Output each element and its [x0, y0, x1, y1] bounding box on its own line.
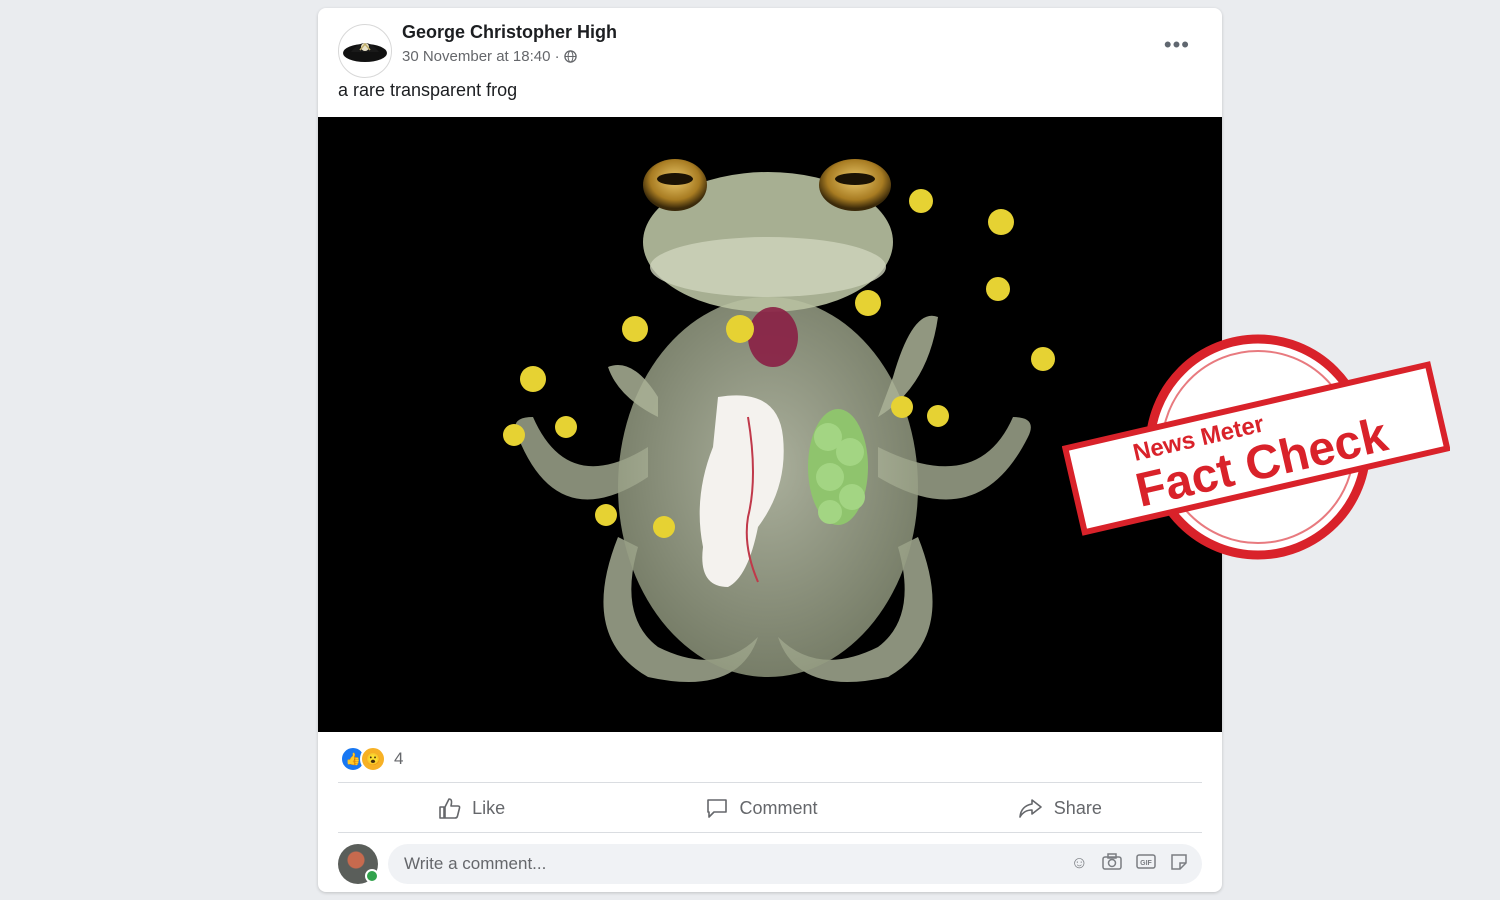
- like-button[interactable]: Like: [438, 797, 505, 819]
- comment-label: Comment: [739, 797, 818, 818]
- divider: [338, 782, 1202, 783]
- comment-input[interactable]: [402, 853, 1071, 875]
- post-meta: 30 November at 18:40 ·: [402, 48, 577, 65]
- transparent-frog-image: [318, 117, 1222, 732]
- reaction-count: 4: [394, 749, 404, 768]
- camera-icon[interactable]: [1102, 852, 1122, 876]
- online-status-dot: [365, 869, 379, 883]
- divider: [338, 832, 1202, 833]
- wow-reaction-icon: 😮: [360, 746, 386, 772]
- emoji-icon[interactable]: ☺: [1071, 853, 1088, 876]
- reaction-summary[interactable]: 👍 😮 4: [340, 746, 403, 772]
- gif-icon[interactable]: GIF: [1136, 853, 1156, 876]
- post-photo[interactable]: [318, 117, 1222, 732]
- current-user-avatar[interactable]: [338, 844, 379, 884]
- comment-composer: ☺ GIF: [338, 844, 1202, 884]
- post-timestamp[interactable]: 30 November at 18:40 ·: [402, 48, 560, 65]
- like-label: Like: [472, 797, 506, 818]
- comment-tools: ☺ GIF: [1071, 853, 1188, 876]
- hat-logo-icon: [343, 42, 387, 62]
- page-avatar[interactable]: [338, 24, 392, 78]
- post-author[interactable]: George Christopher High: [402, 22, 617, 43]
- comment-box[interactable]: ☺ GIF: [388, 844, 1202, 884]
- comment-button[interactable]: Comment: [705, 797, 818, 819]
- comment-bubble-icon: [707, 799, 728, 818]
- post-caption: a rare transparent frog: [338, 80, 518, 100]
- sticker-icon[interactable]: [1170, 853, 1188, 876]
- share-label: Share: [1053, 797, 1102, 818]
- facebook-post-card: George Christopher High 30 November at 1…: [318, 8, 1222, 892]
- thumbs-up-icon: [439, 798, 461, 819]
- post-options-button[interactable]: •••: [1164, 32, 1190, 58]
- share-button[interactable]: Share: [1018, 797, 1102, 819]
- svg-text:GIF: GIF: [1140, 860, 1152, 867]
- globe-icon: [563, 50, 577, 63]
- post-action-bar: Like Comment Share: [338, 784, 1202, 832]
- share-arrow-icon: [1018, 799, 1042, 818]
- reaction-icons: 👍 😮: [340, 746, 386, 772]
